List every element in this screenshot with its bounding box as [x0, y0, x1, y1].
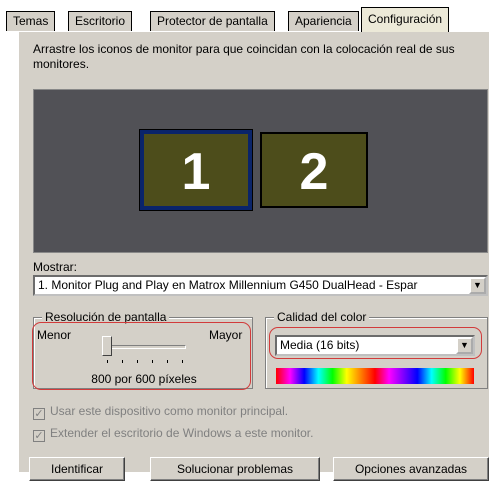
identify-button[interactable]: Identificar: [29, 457, 125, 481]
monitor-1[interactable]: 1: [139, 129, 253, 211]
tab-escritorio[interactable]: Escritorio: [68, 11, 133, 31]
tab-configuracion[interactable]: Configuración: [361, 7, 450, 32]
primary-monitor-checkbox[interactable]: ✓: [33, 408, 45, 420]
instruction-text: Arrastre los iconos de monitor para que …: [33, 42, 455, 71]
extend-desktop-checkbox-row: ✓ Extender el escritorio de Windows a est…: [33, 426, 313, 442]
resolution-highlight: [32, 322, 251, 390]
extend-desktop-checkbox[interactable]: ✓: [33, 430, 45, 442]
display-select[interactable]: 1. Monitor Plug and Play en Matrox Mille…: [33, 275, 488, 296]
advanced-options-button[interactable]: Opciones avanzadas: [333, 457, 489, 481]
display-select-value: 1. Monitor Plug and Play en Matrox Mille…: [38, 278, 418, 292]
color-quality-highlight: [269, 327, 482, 359]
extend-desktop-label: Extender el escritorio de Windows a este…: [50, 426, 314, 440]
tab-apariencia[interactable]: Apariencia: [288, 11, 359, 31]
chevron-down-icon[interactable]: ▼: [469, 277, 486, 294]
color-spectrum-bar: [276, 368, 474, 384]
tab-protector-de-pantalla[interactable]: Protector de pantalla: [150, 11, 275, 31]
monitor-arrangement-area[interactable]: 1 2: [33, 89, 488, 253]
tab-strip: Temas Escritorio Protector de pantalla A…: [0, 0, 489, 32]
tab-temas[interactable]: Temas: [6, 11, 56, 31]
settings-panel: Arrastre los iconos de monitor para que …: [18, 31, 489, 481]
monitor-2[interactable]: 2: [260, 132, 368, 208]
primary-monitor-checkbox-row: ✓ Usar este dispositivo como monitor prin…: [33, 404, 288, 420]
display-label: Mostrar:: [33, 260, 78, 274]
troubleshoot-button[interactable]: Solucionar problemas: [150, 457, 320, 481]
color-quality-title: Calidad del color: [274, 310, 370, 324]
primary-monitor-label: Usar este dispositivo como monitor princ…: [50, 404, 289, 418]
